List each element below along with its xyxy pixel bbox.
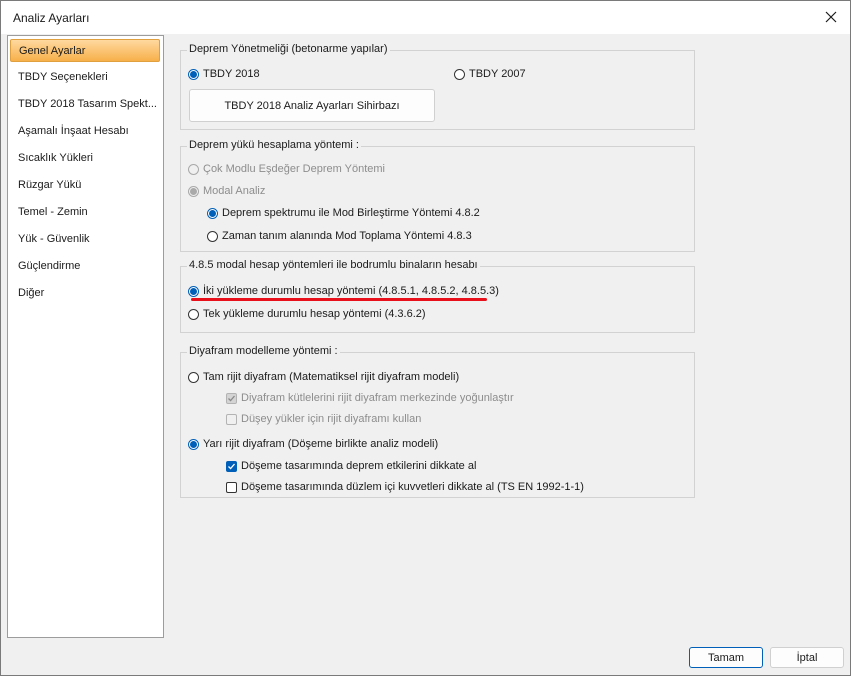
radio-single-load-case-label: Tek yükleme durumlu hesap yöntemi (4.3.6… xyxy=(203,308,426,320)
close-button[interactable] xyxy=(818,5,844,29)
radio-rigid-diaphragm-label: Tam rijit diyafram (Matematiksel rijit d… xyxy=(203,371,460,383)
analysis-settings-dialog: Analiz Ayarları Genel Ayarlar TBDY Seçen… xyxy=(0,0,851,676)
seismic-code-title: Deprem Yönetmeliği (betonarme yapılar) xyxy=(187,43,390,55)
diaphragm-title: Diyafram modelleme yöntemi : xyxy=(187,345,340,357)
radio-time-domain-method[interactable]: Zaman tanım alanında Mod Toplama Yöntemi… xyxy=(207,228,472,244)
nav-item-load-safety[interactable]: Yük - Güvenlik xyxy=(10,228,160,251)
radio-modal-analysis[interactable]: Modal Analiz xyxy=(188,183,265,199)
radio-two-load-case-label: İki yükleme durumlu hesap yöntemi (4.8.5… xyxy=(203,285,499,297)
radio-time-domain-method-label: Zaman tanım alanında Mod Toplama Yöntemi… xyxy=(222,230,472,242)
checkbox-slab-seismic-label: Döşeme tasarımında deprem etkilerini dik… xyxy=(241,460,477,472)
nav-item-tbdy-options[interactable]: TBDY Seçenekleri xyxy=(10,66,160,89)
radio-unchecked-icon xyxy=(207,230,218,242)
radio-rigid-diaphragm[interactable]: Tam rijit diyafram (Matematiksel rijit d… xyxy=(188,369,459,385)
nav-item-temperature-loads[interactable]: Sıcaklık Yükleri xyxy=(10,147,160,170)
radio-modal-analysis-label: Modal Analiz xyxy=(203,185,266,197)
checkbox-mass-center-label: Diyafram kütlelerini rijit diyafram merk… xyxy=(241,392,514,404)
close-icon xyxy=(825,11,837,23)
nav-item-strengthening[interactable]: Güçlendirme xyxy=(10,255,160,278)
radio-checked-icon xyxy=(207,207,218,219)
radio-disabled-icon xyxy=(188,163,199,175)
radio-tbdy-2007-label: TBDY 2007 xyxy=(469,68,526,80)
radio-spectrum-method-label: Deprem spektrumu ile Mod Birleştirme Yön… xyxy=(222,207,480,219)
seismic-code-group: Deprem Yönetmeliği (betonarme yapılar) T… xyxy=(180,43,695,130)
radio-checked-icon xyxy=(188,285,199,297)
nav-item-other[interactable]: Diğer xyxy=(10,282,160,305)
analysis-wizard-button[interactable]: TBDY 2018 Analiz Ayarları Sihirbazı xyxy=(189,89,435,122)
radio-disabled-checked-icon xyxy=(188,185,199,197)
radio-checked-icon xyxy=(188,68,199,80)
checkbox-vertical-loads[interactable]: Düşey yükler için rijit diyaframı kullan xyxy=(226,411,421,427)
radio-two-load-case[interactable]: İki yükleme durumlu hesap yöntemi (4.8.5… xyxy=(188,283,499,299)
nav-item-wind-load[interactable]: Rüzgar Yükü xyxy=(10,174,160,197)
radio-checked-icon xyxy=(188,438,199,450)
seismic-method-group: Deprem yükü hesaplama yöntemi : Çok Modl… xyxy=(180,139,695,252)
red-underline-annotation xyxy=(191,298,487,301)
basement-method-title: 4.8.5 modal hesap yöntemleri ile bodruml… xyxy=(187,259,480,271)
radio-unchecked-icon xyxy=(454,68,465,80)
nav-item-staged-construction[interactable]: Aşamalı İnşaat Hesabı xyxy=(10,120,160,143)
nav-item-tbdy-spectrum[interactable]: TBDY 2018 Tasarım Spekt... xyxy=(10,93,160,116)
title-bar: Analiz Ayarları xyxy=(1,1,850,34)
checkbox-checked-icon xyxy=(226,460,237,472)
radio-tbdy-2007[interactable]: TBDY 2007 xyxy=(454,66,526,82)
checkbox-slab-inplane[interactable]: Döşeme tasarımında düzlem içi kuvvetleri… xyxy=(226,479,584,495)
radio-multi-mode-label: Çok Modlu Eşdeğer Deprem Yöntemi xyxy=(203,163,385,175)
checkbox-slab-inplane-label: Döşeme tasarımında düzlem içi kuvvetleri… xyxy=(241,481,584,493)
ok-button[interactable]: Tamam xyxy=(689,647,763,668)
checkbox-unchecked-icon xyxy=(226,481,237,493)
settings-nav-list: Genel Ayarlar TBDY Seçenekleri TBDY 2018… xyxy=(7,35,164,638)
radio-semi-rigid-diaphragm-label: Yarı rijit diyafram (Döşeme birlikte ana… xyxy=(203,438,439,450)
radio-unchecked-icon xyxy=(188,308,199,320)
checkbox-disabled-icon xyxy=(226,413,237,425)
radio-spectrum-method[interactable]: Deprem spektrumu ile Mod Birleştirme Yön… xyxy=(207,205,480,221)
window-title: Analiz Ayarları xyxy=(13,11,90,25)
radio-unchecked-icon xyxy=(188,371,199,383)
seismic-method-title: Deprem yükü hesaplama yöntemi : xyxy=(187,139,361,151)
nav-item-general[interactable]: Genel Ayarlar xyxy=(10,39,160,62)
nav-item-foundation-soil[interactable]: Temel - Zemin xyxy=(10,201,160,224)
checkbox-vertical-loads-label: Düşey yükler için rijit diyaframı kullan xyxy=(241,413,422,425)
checkbox-disabled-checked-icon xyxy=(226,392,237,404)
radio-tbdy-2018[interactable]: TBDY 2018 xyxy=(188,66,260,82)
radio-multi-mode[interactable]: Çok Modlu Eşdeğer Deprem Yöntemi xyxy=(188,161,385,177)
cancel-button[interactable]: İptal xyxy=(770,647,844,668)
radio-semi-rigid-diaphragm[interactable]: Yarı rijit diyafram (Döşeme birlikte ana… xyxy=(188,436,438,452)
checkbox-mass-center[interactable]: Diyafram kütlelerini rijit diyafram merk… xyxy=(226,390,514,406)
radio-single-load-case[interactable]: Tek yükleme durumlu hesap yöntemi (4.3.6… xyxy=(188,306,426,322)
checkbox-slab-seismic[interactable]: Döşeme tasarımında deprem etkilerini dik… xyxy=(226,458,476,474)
radio-tbdy-2018-label: TBDY 2018 xyxy=(203,68,260,80)
diaphragm-group: Diyafram modelleme yöntemi : Tam rijit d… xyxy=(180,345,695,498)
